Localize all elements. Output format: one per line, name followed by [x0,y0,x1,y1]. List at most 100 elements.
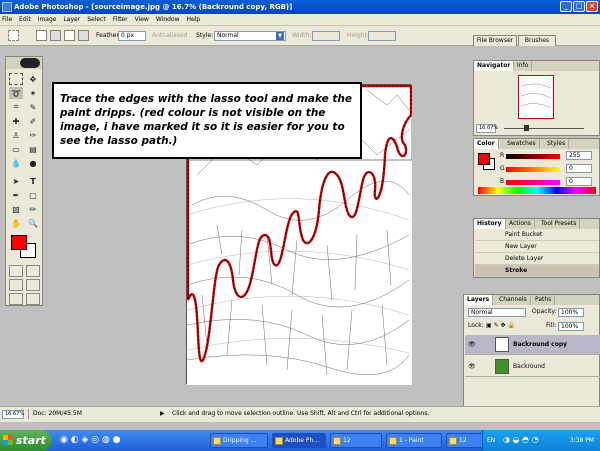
feather-input[interactable]: 0 px [118,31,146,41]
menu-image[interactable]: Image [38,16,57,23]
tab-tool-presets[interactable]: Tool Presets [538,219,581,229]
layer-row-backround[interactable]: 👁 Backround [465,357,600,377]
tab-brushes[interactable]: Brushes [518,35,556,46]
minimize-button[interactable]: _ [560,1,572,12]
intersect-selection-icon[interactable] [78,30,89,41]
screen-mode-standard-icon[interactable] [9,279,23,291]
play-icon[interactable]: ▶ [160,409,165,419]
jump-to-imageready-icon[interactable] [26,293,40,305]
slice-tool-icon[interactable]: ✎ [26,101,40,113]
task-paint[interactable]: 1 - Paint [386,433,442,448]
screen-mode-full-icon[interactable] [26,279,40,291]
tab-paths[interactable]: Paths [532,295,556,305]
tab-history[interactable]: History [474,219,506,229]
tray-icons[interactable]: ◑ ◒ ◓ ◔ [503,435,539,444]
marquee-preset-icon[interactable] [8,30,19,41]
close-button[interactable]: × [586,1,598,12]
eye-icon[interactable]: 👁 [468,341,476,348]
task-adobe-photoshop[interactable]: Adobe Ph... [272,433,326,448]
channel-b-slider[interactable] [506,180,560,185]
history-brush-icon[interactable]: ✑ [26,129,40,141]
channel-b-input[interactable]: 0 [566,177,592,186]
antialiased-checkbox[interactable]: Anti-aliased [152,31,187,41]
tab-navigator[interactable]: Navigator [474,61,515,71]
opacity-input[interactable]: 100% [558,308,584,317]
channel-r-input[interactable]: 255 [566,151,592,160]
subtract-selection-icon[interactable] [64,30,75,41]
brush-tool-icon[interactable]: ✐ [26,115,40,127]
add-selection-icon[interactable] [50,30,61,41]
task-folder-12b[interactable]: 12 [446,433,486,448]
height-input[interactable] [368,31,396,41]
status-zoom-field[interactable]: 16.67% [2,410,24,419]
menu-layer[interactable]: Layer [63,16,80,23]
hand-tool-icon[interactable]: ✋ [9,217,23,229]
clone-stamp-icon[interactable]: ♙ [9,129,23,141]
tab-actions[interactable]: Actions [506,219,535,229]
navigator-zoom-thumb[interactable] [524,125,529,131]
menu-view[interactable]: View [135,16,149,23]
type-tool-icon[interactable]: T [26,175,40,187]
new-selection-icon[interactable] [36,30,47,41]
history-item[interactable]: New Layer [475,241,599,253]
menu-help[interactable]: Help [187,16,201,23]
eye-logo-icon[interactable] [20,58,40,68]
layer-row-backround-copy[interactable]: 👁 Backround copy [465,335,600,355]
task-folder-12[interactable]: 12 [330,433,382,448]
width-input[interactable] [312,31,340,41]
notes-tool-icon[interactable]: ▧ [9,203,23,215]
blend-mode-select[interactable]: Normal [468,308,526,317]
lasso-tool-icon[interactable]: ➰ [9,87,23,99]
tab-info[interactable]: Info [514,61,533,71]
menu-window[interactable]: Window [156,16,180,23]
maximize-button[interactable]: □ [573,1,585,12]
marquee-tool-icon[interactable] [9,73,23,85]
menu-file[interactable]: File [2,16,12,23]
menu-select[interactable]: Select [87,16,106,23]
color-ramp[interactable] [478,187,596,194]
color-panel-foreground-swatch[interactable] [478,153,490,165]
blur-tool-icon[interactable]: 💧 [9,157,23,169]
tab-file-browser[interactable]: File Browser [473,35,517,46]
navigator-thumbnail[interactable] [518,75,554,119]
quicklaunch-icons[interactable]: ◉ ◐ ◈ ◎ ◍ ● [60,435,121,445]
channel-g-slider[interactable] [506,167,560,172]
history-item[interactable]: Paint Bucket [475,229,599,241]
gradient-tool-icon[interactable]: ▤ [26,143,40,155]
eyedropper-icon[interactable]: ✏ [26,203,40,215]
eye-icon[interactable]: 👁 [468,363,476,370]
tab-styles[interactable]: Styles [544,139,570,149]
menu-filter[interactable]: Filter [113,16,128,23]
channel-r-slider[interactable] [506,154,560,159]
quickmask-off-icon[interactable] [9,265,23,277]
eraser-tool-icon[interactable]: ▭ [9,143,23,155]
move-tool-icon[interactable]: ✥ [26,73,40,85]
history-item-current[interactable]: Stroke [475,265,599,277]
shape-tool-icon[interactable]: ▢ [26,189,40,201]
foreground-color-swatch[interactable] [11,235,27,250]
crop-tool-icon[interactable]: ⌗ [9,101,23,113]
tab-color[interactable]: Color [474,139,499,149]
task-dripping[interactable]: Dripping ... [210,433,268,448]
navigator-zoom-slider[interactable] [504,128,584,129]
dodge-tool-icon[interactable]: ● [26,157,40,169]
navigator-zoom-field[interactable]: 16.67% [476,124,498,133]
fill-input[interactable]: 100% [558,322,584,331]
tab-swatches[interactable]: Swatches [504,139,540,149]
style-select[interactable]: Normal ▼ [214,31,286,41]
channel-g-input[interactable]: 0 [566,164,592,173]
tab-channels[interactable]: Channels [496,295,531,305]
tray-lang[interactable]: EN [487,437,495,444]
screen-mode-black-icon[interactable] [9,293,23,305]
pen-tool-icon[interactable]: ✒ [9,189,23,201]
lock-icon[interactable]: ▣ ✎ ✥ 🔒 [486,321,515,331]
zoom-tool-icon[interactable]: 🔍 [26,217,40,229]
healing-brush-icon[interactable]: ✚ [9,115,23,127]
menu-edit[interactable]: Edit [19,16,31,23]
magic-wand-icon[interactable]: ✶ [26,87,40,99]
quickmask-on-icon[interactable] [26,265,40,277]
start-button[interactable]: start [0,430,52,451]
path-select-icon[interactable]: ➤ [9,175,23,187]
tab-layers[interactable]: Layers [464,295,494,305]
history-item[interactable]: Delete Layer [475,253,599,265]
